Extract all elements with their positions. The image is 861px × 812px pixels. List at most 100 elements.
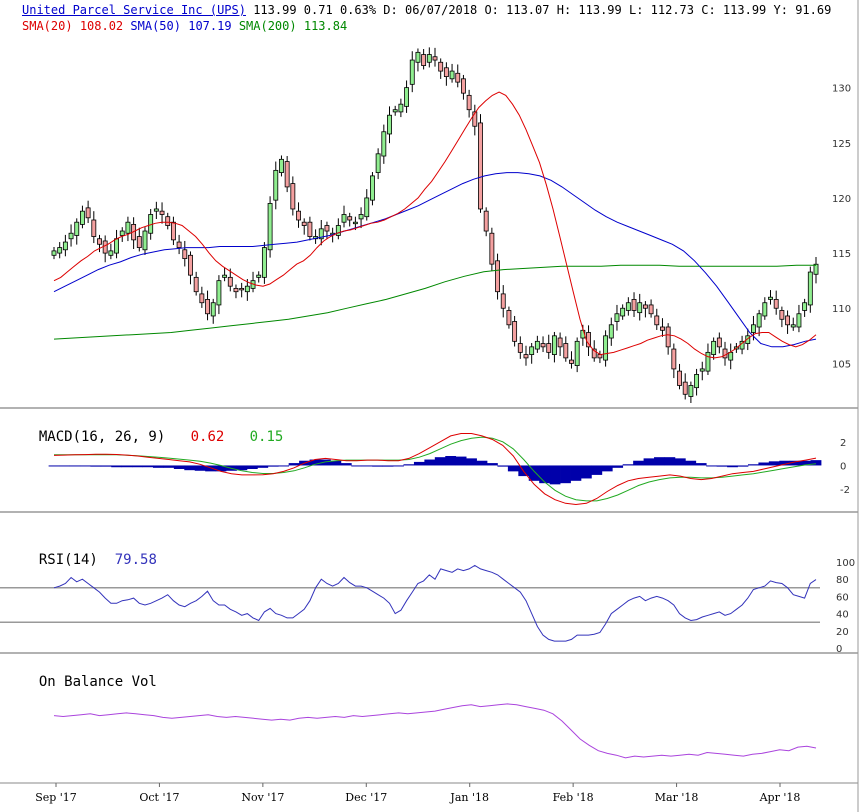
down-candle	[677, 370, 682, 386]
macd-histogram-bar	[633, 460, 644, 466]
macd-histogram-bar	[121, 465, 133, 468]
up-candle	[68, 232, 74, 240]
down-candle	[455, 72, 461, 83]
price-panel: 105 110 115 120 125 130	[51, 47, 851, 403]
macd-histogram-bar	[184, 465, 196, 471]
rsi-tick-label: 0	[836, 644, 842, 655]
macd-histogram-bar	[246, 465, 258, 469]
macd-histogram-bar	[340, 463, 352, 466]
obv-line	[53, 703, 817, 759]
macd-tick-label: -2	[840, 485, 850, 496]
macd-histogram-bar	[695, 463, 707, 466]
up-candle	[802, 302, 808, 311]
price-tick-label: 120	[832, 194, 851, 205]
down-candle	[785, 315, 790, 326]
macd-tick-label: 0	[840, 461, 846, 472]
price-tick-label: 130	[832, 84, 851, 95]
up-candle	[57, 247, 63, 254]
macd-line	[53, 433, 817, 506]
down-candle	[631, 299, 637, 311]
down-candle	[495, 260, 500, 293]
down-candle	[159, 210, 165, 215]
down-candle	[773, 299, 779, 309]
macd-histogram-bar	[570, 465, 582, 481]
macd-histogram-bar	[810, 460, 822, 466]
up-candle	[261, 247, 267, 278]
macd-histogram-bar	[727, 465, 738, 468]
macd-histogram-bar	[79, 465, 91, 467]
x-tick-label: Oct '17	[139, 791, 179, 804]
x-tick-label: Mar '18	[655, 791, 699, 804]
up-candle	[807, 271, 813, 306]
down-candle	[91, 219, 97, 237]
macd-histogram-bar	[257, 465, 269, 468]
macd-histogram-bar	[643, 458, 655, 466]
down-candle	[176, 241, 182, 248]
macd-histogram-bar	[768, 461, 780, 466]
up-candle	[625, 302, 631, 311]
up-candle	[415, 51, 421, 63]
macd-histogram-bar	[549, 465, 561, 485]
down-candle	[97, 238, 102, 245]
down-candle	[540, 343, 546, 348]
macd-histogram-bar	[539, 465, 551, 484]
down-candle	[290, 183, 296, 210]
up-candle	[608, 324, 614, 339]
macd-histogram-bar	[90, 465, 102, 467]
macd-histogram-bar	[737, 465, 749, 467]
down-candle	[301, 221, 307, 226]
down-candle	[296, 210, 301, 221]
macd-histogram-bar	[601, 465, 613, 472]
stock-chart[interactable]: 105110115120125130 20-2 100806040200 Sep…	[0, 0, 861, 812]
macd-histogram-bar	[163, 465, 175, 468]
down-candle	[483, 210, 489, 232]
macd-histogram-bar	[612, 465, 624, 468]
down-candle	[779, 310, 785, 320]
down-candle	[227, 276, 233, 287]
down-candle	[660, 326, 665, 331]
down-candle	[307, 221, 313, 237]
down-candle	[284, 161, 290, 188]
down-candle	[193, 276, 199, 293]
macd-histogram-bar	[487, 463, 498, 466]
up-candle	[51, 250, 57, 256]
up-candle	[216, 280, 222, 306]
macd-histogram-bar	[100, 465, 112, 467]
down-candle	[563, 343, 569, 359]
up-candle	[711, 340, 717, 355]
macd-histogram-bar	[267, 465, 279, 467]
up-candle	[119, 230, 125, 236]
up-candle	[222, 274, 228, 278]
up-candle	[375, 153, 381, 173]
down-candle	[517, 343, 523, 353]
up-candle	[751, 324, 756, 333]
up-candle	[534, 340, 540, 350]
macd-histogram-bar	[507, 465, 519, 472]
up-candle	[699, 368, 705, 372]
up-candle	[603, 335, 609, 361]
down-candle	[523, 354, 529, 359]
down-candle	[671, 348, 677, 370]
down-candle	[506, 310, 512, 326]
macd-histogram-bar	[758, 462, 770, 466]
down-candle	[421, 54, 427, 66]
rsi-tick-label: 80	[836, 575, 849, 586]
macd-histogram-bar	[59, 465, 70, 467]
macd-histogram-bar	[747, 464, 759, 466]
macd-histogram-bar	[288, 463, 300, 466]
up-candle	[756, 313, 762, 328]
up-candle	[74, 221, 80, 236]
macd-histogram-bar	[476, 460, 488, 466]
down-candle	[85, 207, 91, 219]
macd-histogram-bar	[372, 465, 383, 467]
up-candle	[398, 103, 404, 113]
x-tick-label: Jan '18	[449, 791, 489, 804]
down-candle	[648, 304, 654, 315]
up-candle	[370, 175, 375, 201]
price-tick-label: 110	[832, 304, 851, 315]
down-candle	[557, 337, 563, 348]
rsi-tick-label: 20	[836, 627, 849, 638]
macd-histogram-bar	[424, 459, 436, 466]
down-candle	[722, 348, 728, 359]
macd-histogram-bar	[382, 465, 394, 467]
